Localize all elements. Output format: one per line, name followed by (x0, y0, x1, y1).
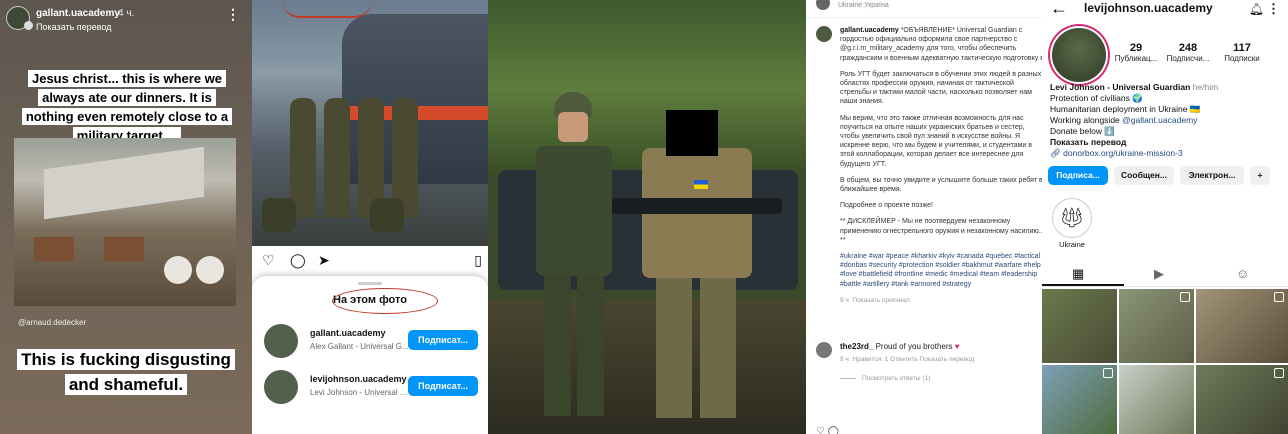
translate-link[interactable]: Показать перевод (1050, 137, 1284, 148)
avatar[interactable] (816, 0, 830, 10)
post-actions: ♡ ◯ (816, 426, 839, 434)
grid-post[interactable] (1119, 365, 1194, 434)
link-icon: 🔗︎ (1050, 148, 1061, 158)
comment-meta[interactable]: 9 ч. Нравится: 1 Ответить Показать перев… (840, 356, 974, 363)
censor-box (666, 110, 718, 156)
more-options-icon[interactable]: ⋮ (226, 6, 240, 23)
follow-button[interactable]: Подписа... (1048, 166, 1108, 185)
comment-username[interactable]: the23rd_ (840, 342, 873, 351)
story-panel: gallant.uacademy 4 ч. ⋮ Показать перевод… (0, 0, 252, 434)
stat-posts[interactable]: 29 Публикац... (1110, 42, 1162, 63)
hashtags[interactable]: #ukraine #war #peace #kharkiv #kyiv #can… (840, 252, 1042, 289)
story-photo (14, 138, 236, 306)
add-user-button[interactable]: + (1250, 166, 1270, 185)
sheet-title: На этом фото (333, 294, 407, 306)
active-tab-indicator (1042, 284, 1124, 286)
grid-post[interactable] (1042, 289, 1117, 363)
pronouns: he/him (1192, 82, 1219, 92)
avatar[interactable] (1052, 28, 1106, 82)
grid-post[interactable] (1196, 289, 1288, 363)
story-caption-bottom: This is fucking disgusting and shameful. (10, 348, 242, 397)
divider (806, 17, 1042, 18)
person-figure (528, 92, 618, 422)
stat-following[interactable]: 117 Подписки (1216, 42, 1268, 63)
tagged-panel: ♡ ◯ ➤ ▯ На этом фото gallant.uacademy Al… (252, 0, 488, 434)
heart-icon[interactable]: ♡ (262, 252, 275, 269)
story-caption-top: Jesus christ... this is where we always … (18, 70, 236, 145)
bell-icon[interactable]: 🔔︎ (1249, 2, 1264, 16)
profile-actions: Подписа... Сообщен... Электрон... + (1048, 166, 1284, 186)
post-photo (252, 0, 488, 246)
globe-icon (24, 21, 33, 30)
list-item[interactable]: gallant.uacademy Alex Gallant - Universa… (264, 322, 480, 362)
avatar[interactable] (816, 26, 832, 42)
location[interactable]: Ukraine Україна (838, 2, 889, 9)
profile-panel: ← levijohnson.uacademy 🔔︎ ⋮ 29 Публикац..… (1042, 0, 1288, 434)
grid-post[interactable] (1042, 365, 1117, 434)
story-username[interactable]: gallant.uacademy (36, 8, 120, 19)
username[interactable]: levijohnson.uacademy (310, 374, 407, 384)
avatar[interactable] (264, 370, 298, 404)
profile-header: ← levijohnson.uacademy 🔔︎ ⋮ (1042, 0, 1288, 24)
photo-credit[interactable]: @arnaud.dedecker (18, 318, 86, 327)
follow-button[interactable]: Подписат... (408, 376, 478, 396)
post-caption-panel: Ukraine Україна gallant.uacademy *ОБЪЯВЛ… (806, 0, 1042, 434)
story-header: gallant.uacademy 4 ч. ⋮ Показать перевод (6, 4, 246, 32)
trident-icon: 🔱︎ (1052, 198, 1092, 238)
email-button[interactable]: Электрон... (1180, 166, 1244, 185)
back-arrow-icon[interactable]: ← (1050, 0, 1068, 19)
bookmark-icon[interactable]: ▯ (474, 252, 482, 269)
flag-patch (694, 180, 708, 189)
profile-username: levijohnson.uacademy (1084, 1, 1213, 15)
display-name: Levi Johnson - Universal Guardian (1050, 82, 1191, 92)
grid-post[interactable] (1196, 365, 1288, 434)
follow-button[interactable]: Подписат... (408, 330, 478, 350)
list-item[interactable]: levijohnson.uacademy Levi Johnson - Univ… (264, 368, 480, 408)
comment-icon[interactable]: ◯ (290, 252, 306, 269)
post-header: Ukraine Україна (816, 0, 1038, 14)
mention-link[interactable]: @gallant.uacademy (1122, 115, 1197, 125)
username[interactable]: gallant.uacademy (310, 328, 386, 338)
avatar[interactable] (816, 342, 832, 358)
rifle (612, 198, 782, 214)
story-time: 4 ч. (118, 8, 135, 19)
stat-followers[interactable]: 248 Подписчи... (1162, 42, 1214, 63)
profile-bio: Levi Johnson - Universal Guardian he/him… (1050, 82, 1284, 159)
reels-icon[interactable]: ▶ (1154, 266, 1164, 282)
grid-post[interactable] (1119, 289, 1194, 363)
tagged-icon[interactable]: ☺ (1236, 266, 1249, 281)
comment-icon[interactable]: ◯ (828, 426, 839, 434)
caption-username[interactable]: gallant.uacademy (840, 27, 899, 34)
view-replies-link[interactable]: Посмотреть ответы (1) (840, 375, 930, 382)
soldiers-photo (488, 0, 806, 434)
heart-icon[interactable]: ♡ (816, 426, 825, 434)
message-button[interactable]: Сообщен... (1114, 166, 1174, 185)
grid-icon[interactable]: ▦ (1072, 266, 1084, 282)
caption-text: gallant.uacademy *ОБЪЯВЛЕНИЕ* Universal … (840, 27, 1042, 305)
share-icon[interactable]: ➤ (318, 252, 330, 269)
highlight-ukraine[interactable]: 🔱︎ Ukraine (1050, 198, 1094, 249)
annotation-mark (282, 0, 372, 18)
avatar[interactable] (264, 324, 298, 358)
heart-icon: ♥ (954, 342, 960, 351)
comment-text: Proud of you brothers (875, 342, 953, 351)
more-options-icon[interactable]: ⋮ (1267, 1, 1280, 17)
drag-handle[interactable] (358, 282, 382, 285)
full-name: Alex Gallant - Universal G... (310, 342, 409, 351)
full-name: Levi Johnson - Universal ... (310, 388, 407, 397)
external-link[interactable]: 🔗︎ donorbox.org/ukraine-mission-3 (1050, 148, 1284, 159)
post-actions: ♡ ◯ ➤ ▯ (252, 246, 488, 274)
post-meta[interactable]: 9 ч. Показать оригинал (840, 296, 1042, 305)
translate-link[interactable]: Показать перевод (36, 22, 111, 32)
tagged-sheet: На этом фото gallant.uacademy Alex Galla… (252, 276, 488, 434)
